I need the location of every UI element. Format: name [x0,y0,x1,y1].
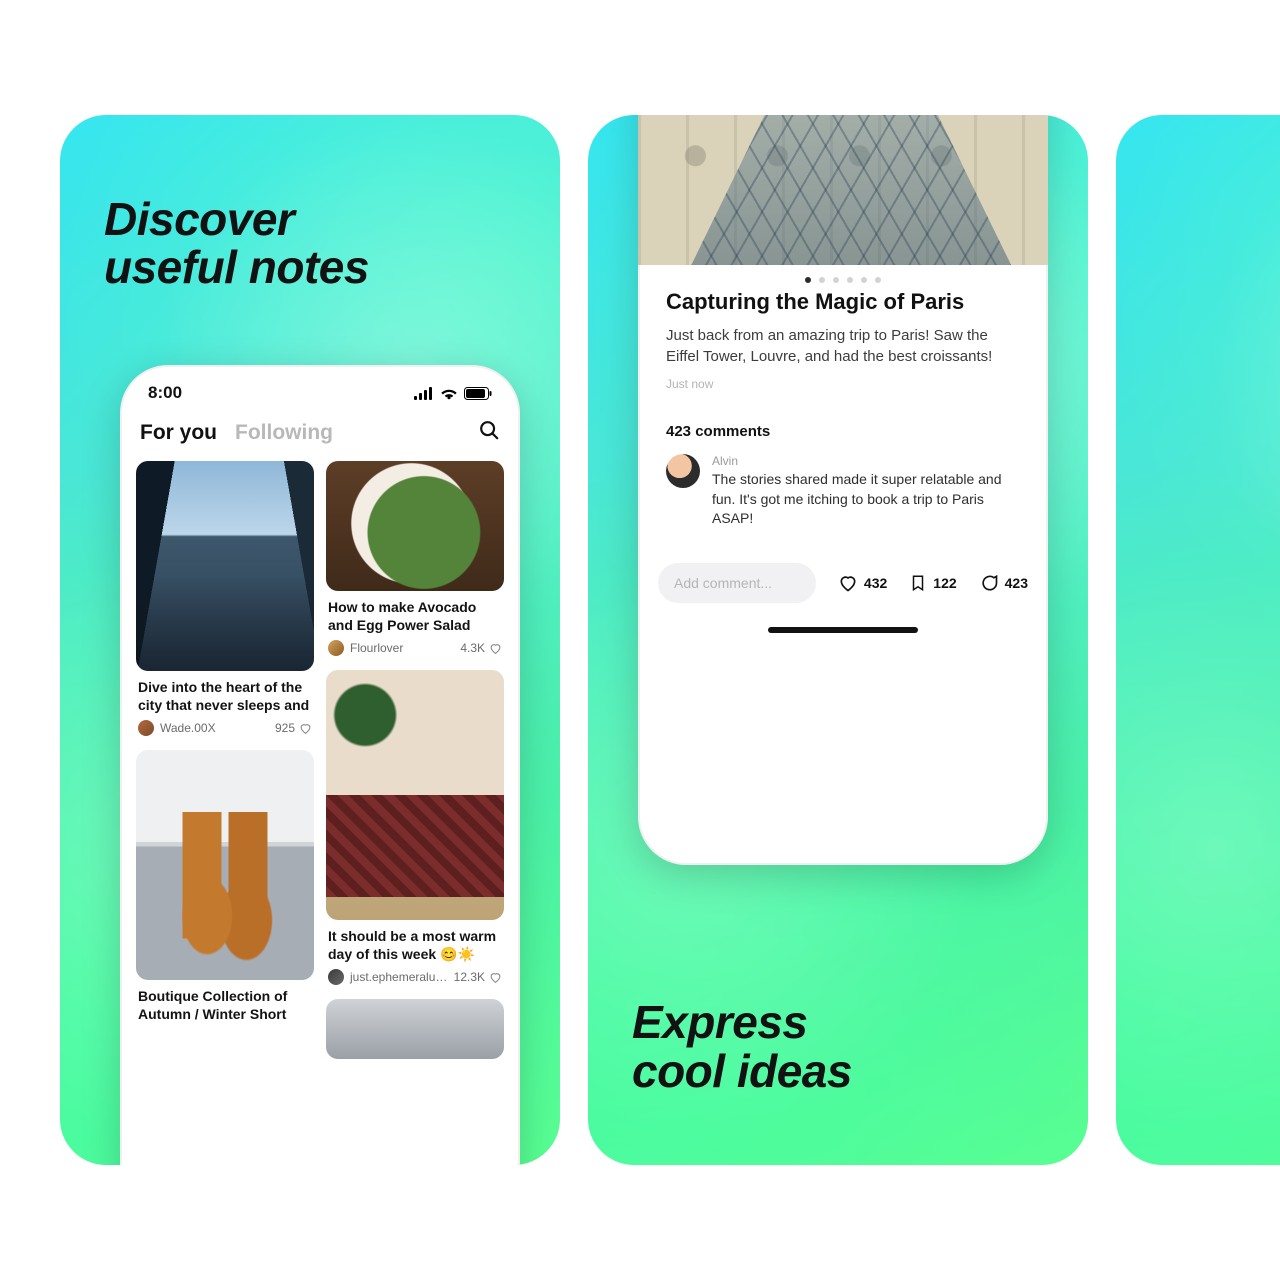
post-action-bar: Add comment... 432 122 423 [638,537,1048,613]
headline-line: Discover [104,195,369,243]
heart-icon [489,971,502,984]
heart-icon [489,642,502,655]
carousel-dot[interactable] [819,277,825,283]
feed-item-likes: 925 [275,721,312,735]
carousel-dot[interactable] [833,277,839,283]
wifi-icon [440,387,458,400]
comment-item: Alvin The stories shared made it super r… [666,454,1020,529]
post-hero-image [638,115,1048,265]
feed-item-title: How to make Avocado and Egg Power Salad [328,599,502,634]
feed-thumb-room [326,670,504,920]
promo-card-partial [1116,115,1280,1165]
bookmark-count: 122 [933,575,956,591]
phone-mock-feed: 8:00 For you Following [120,365,520,1165]
post-title: Capturing the Magic of Paris [666,289,1020,315]
feed-item[interactable]: How to make Avocado and Egg Power Salad … [326,461,504,656]
comments-button[interactable]: 423 [979,573,1028,593]
comments-count: 423 [1005,575,1028,591]
headline-line: useful notes [104,243,369,291]
cellular-icon [414,387,434,400]
feed-thumb-boots [136,750,314,980]
feed-item-author: Flourlover [350,641,403,655]
feed-item-author: just.ephemeralu… [350,970,447,984]
heart-icon [838,573,858,593]
like-count: 432 [864,575,887,591]
search-button[interactable] [478,419,500,447]
feed-grid: Dive into the heart of the city that nev… [120,461,520,1079]
headline: Express cool ideas [632,998,852,1095]
avatar [328,640,344,656]
post-timestamp: Just now [666,377,1020,391]
battery-icon [464,387,492,400]
promo-card-express: Capturing the Magic of Paris Just back f… [588,115,1088,1165]
feed-thumb-city [136,461,314,671]
tab-for-you[interactable]: For you [140,421,217,445]
feed-item[interactable]: It should be a most warm day of this wee… [326,670,504,985]
carousel-dot[interactable] [861,277,867,283]
feed-item-likes: 4.3K [460,641,502,655]
feed-item-title: Boutique Collection of Autumn / Winter S… [138,988,312,1023]
add-comment-input[interactable]: Add comment... [658,563,816,603]
like-button[interactable]: 432 [838,573,887,593]
feed-item-author: Wade.00X [160,721,216,735]
comment-icon [979,573,999,593]
home-indicator [768,627,918,633]
carousel-dot[interactable] [847,277,853,283]
avatar [138,720,154,736]
feed-item[interactable] [326,999,504,1059]
status-icons [414,387,492,400]
avatar [666,454,700,488]
promo-card-discover: Discover useful notes 8:00 For you Follo… [60,115,560,1165]
status-time: 8:00 [148,383,182,403]
status-bar: 8:00 [120,365,520,413]
feed-thumb-partial [326,999,504,1059]
feed-tabs: For you Following [120,413,520,461]
feed-item-likes: 12.3K [454,970,502,984]
carousel-dot[interactable] [875,277,881,283]
avatar [328,969,344,985]
feed-item-title: Dive into the heart of the city that nev… [138,679,312,714]
feed-thumb-salad [326,461,504,591]
bookmark-button[interactable]: 122 [909,573,956,593]
headline-line: cool ideas [632,1047,852,1095]
feed-item[interactable]: Dive into the heart of the city that nev… [136,461,314,736]
carousel-dots [638,265,1048,289]
bookmark-icon [909,573,927,593]
search-icon [478,419,500,441]
feed-item-title: It should be a most warm day of this wee… [328,928,502,963]
headline-line: Express [632,998,852,1046]
tab-following[interactable]: Following [235,421,333,445]
heart-icon [299,722,312,735]
comment-text: The stories shared made it super relatab… [712,470,1020,529]
headline: Discover useful notes [104,195,369,292]
post-body-text: Just back from an amazing trip to Paris!… [666,325,1020,367]
carousel-dot[interactable] [805,277,811,283]
comment-author: Alvin [712,454,1020,468]
feed-item[interactable]: Boutique Collection of Autumn / Winter S… [136,750,314,1023]
comments-header: 423 comments [666,423,1020,440]
phone-mock-post: Capturing the Magic of Paris Just back f… [638,115,1048,865]
